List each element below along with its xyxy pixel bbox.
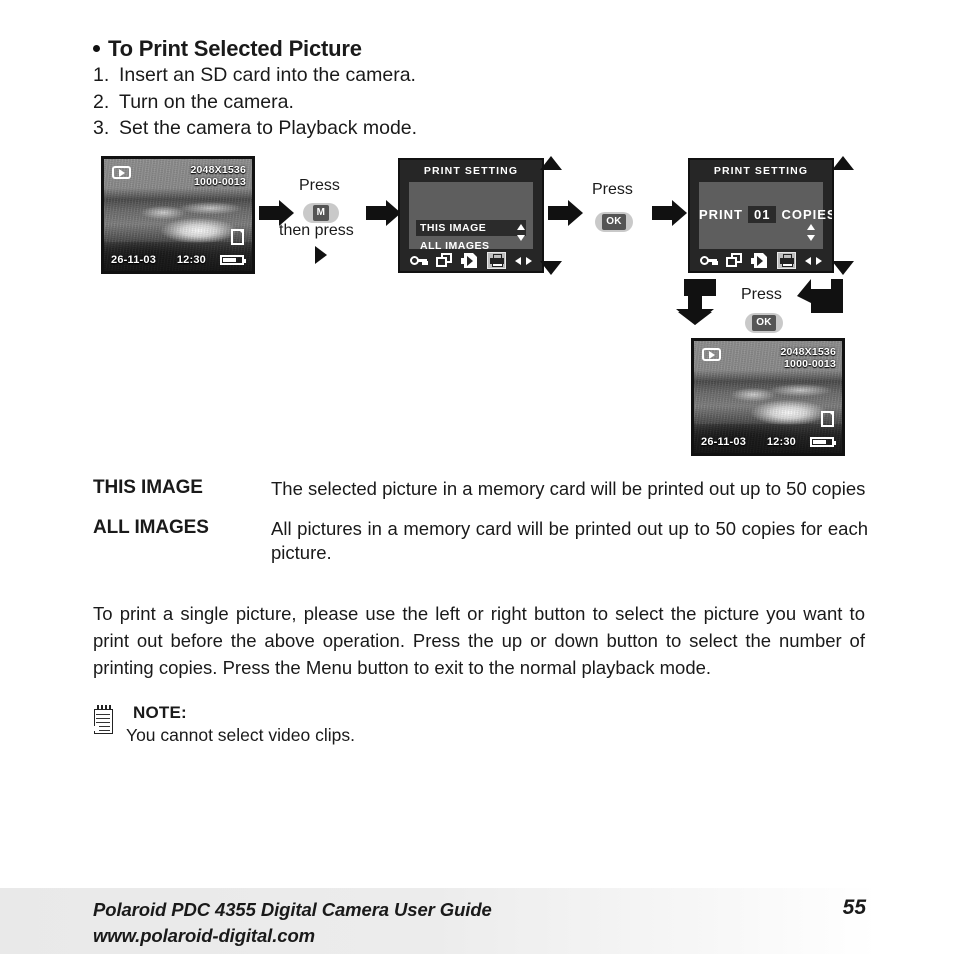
copy-icon[interactable] [725, 253, 743, 268]
printer-icon[interactable] [777, 252, 797, 269]
press-caption-1-bottom: then press [279, 222, 354, 239]
footer-guide-title: Polaroid PDC 4355 Digital Camera User Gu… [93, 899, 492, 920]
printer-icon[interactable] [487, 252, 507, 269]
transfer-icon[interactable] [751, 253, 769, 268]
press-caption-1-top: Press [299, 177, 340, 194]
flow-arrow-down-left [672, 279, 720, 330]
file-number-label: 1000-0013 [783, 358, 836, 370]
nav-down-triangle-icon-1 [540, 261, 562, 275]
file-number-label: 1000-0013 [193, 176, 246, 188]
definition-row-all-images: ALL IMAGES All pictures in a memory card… [93, 517, 868, 565]
menu-body: THIS IMAGE ALL IMAGES [409, 182, 533, 252]
copies-word: COPIES [781, 207, 834, 223]
notepad-icon [93, 705, 115, 735]
resolution-label: 2048X1536 [780, 346, 836, 358]
definition-term: THIS IMAGE [93, 477, 203, 498]
right-triangle-icon [315, 246, 327, 264]
list-item: 3. Set the camera to Playback mode. [93, 115, 793, 142]
menu-button[interactable]: M [303, 203, 339, 223]
time-label: 12:30 [766, 436, 796, 448]
page-number: 55 [842, 896, 866, 919]
copies-value[interactable]: 01 [748, 206, 777, 224]
resolution-label: 2048X1536 [190, 164, 246, 176]
menu-body: PRINT 01 COPIES [699, 182, 832, 249]
footer-website: www.polaroid-digital.com [93, 925, 316, 946]
playback-icon [112, 166, 131, 179]
menu-item-this-image[interactable]: THIS IMAGE [416, 220, 527, 236]
step-number: 2. [93, 90, 110, 113]
sd-card-icon [821, 411, 834, 427]
press-caption-2: Press [592, 181, 633, 198]
page-title: To Print Selected Picture [93, 36, 362, 62]
transfer-icon[interactable] [461, 253, 479, 268]
copy-icon[interactable] [435, 253, 453, 268]
battery-icon [220, 255, 246, 265]
press-caption-3: Press [741, 286, 782, 303]
camera-screen-playback-2: 2048X1536 1000-0013 26-11-03 12:30 [691, 338, 845, 456]
step-text: Turn on the camera. [119, 90, 294, 113]
ok-button-label: OK [602, 214, 626, 230]
up-down-icon [517, 224, 526, 241]
page-title-text: To Print Selected Picture [108, 36, 362, 61]
battery-icon [810, 437, 836, 447]
flow-arrow-2 [366, 200, 401, 226]
definition-description: The selected picture in a memory card wi… [271, 478, 866, 499]
key-icon[interactable] [410, 253, 428, 268]
note-title: NOTE: [133, 703, 187, 722]
menu-title: PRINT SETTING [713, 165, 809, 177]
list-item: 1. Insert an SD card into the camera. [93, 62, 793, 89]
flow-arrow-3 [548, 200, 583, 226]
note-text: You cannot select video clips. [126, 725, 355, 745]
nav-up-triangle-icon-1 [540, 156, 562, 170]
definition-description: All pictures in a memory card will be pr… [271, 518, 868, 563]
copies-row: PRINT 01 COPIES [699, 206, 832, 224]
step-text: Insert an SD card into the camera. [119, 64, 416, 86]
playback-icon [702, 348, 721, 361]
step-number: 3. [93, 117, 110, 139]
camera-screen-print-copies: PRINT SETTING PRINT 01 COPIES [688, 158, 834, 273]
camera-screen-print-setting-list: PRINT SETTING THIS IMAGE ALL IMAGES [398, 158, 544, 273]
list-item: 2. Turn on the camera. [93, 89, 793, 116]
step-text: Set the camera to Playback mode. [119, 117, 418, 139]
sd-card-icon [231, 229, 244, 245]
definition-row-this-image: THIS IMAGE The selected picture in a mem… [93, 477, 868, 501]
nav-up-triangle-icon-2 [832, 156, 854, 170]
time-label: 12:30 [176, 254, 206, 266]
flow-arrow-left-hook [797, 279, 843, 318]
flow-arrow-4 [652, 200, 687, 226]
menu-title: PRINT SETTING [423, 165, 519, 177]
camera-screen-playback-1: 2048X1536 1000-0013 26-11-03 12:30 [101, 156, 255, 274]
ok-button-label: OK [752, 315, 776, 331]
definition-list: THIS IMAGE The selected picture in a mem… [93, 477, 868, 581]
menu-button-label: M [312, 205, 330, 221]
print-word: PRINT [699, 207, 743, 223]
body-paragraph: To print a single picture, please use th… [93, 603, 865, 678]
bullet-icon [93, 44, 100, 52]
date-label: 26-11-03 [701, 436, 747, 448]
step-number: 1. [93, 64, 110, 86]
bent-arrow-svg [676, 279, 716, 325]
manual-page: To Print Selected Picture 1. Insert an SD… [0, 0, 954, 954]
key-icon[interactable] [700, 253, 718, 268]
left-right-icon[interactable] [804, 253, 822, 268]
ok-button-2[interactable]: OK [745, 313, 783, 333]
menu-icon-bar [400, 250, 542, 271]
definition-term: ALL IMAGES [93, 517, 209, 538]
left-right-icon[interactable] [514, 253, 532, 268]
date-label: 26-11-03 [111, 254, 157, 266]
ok-button-1[interactable]: OK [595, 212, 633, 232]
steps-list: 1. Insert an SD card into the camera. 2. T… [93, 62, 793, 142]
menu-icon-bar [690, 250, 832, 271]
up-down-icon [807, 224, 816, 241]
bent-arrow-svg-2 [797, 279, 843, 313]
nav-down-triangle-icon-2 [832, 261, 854, 275]
